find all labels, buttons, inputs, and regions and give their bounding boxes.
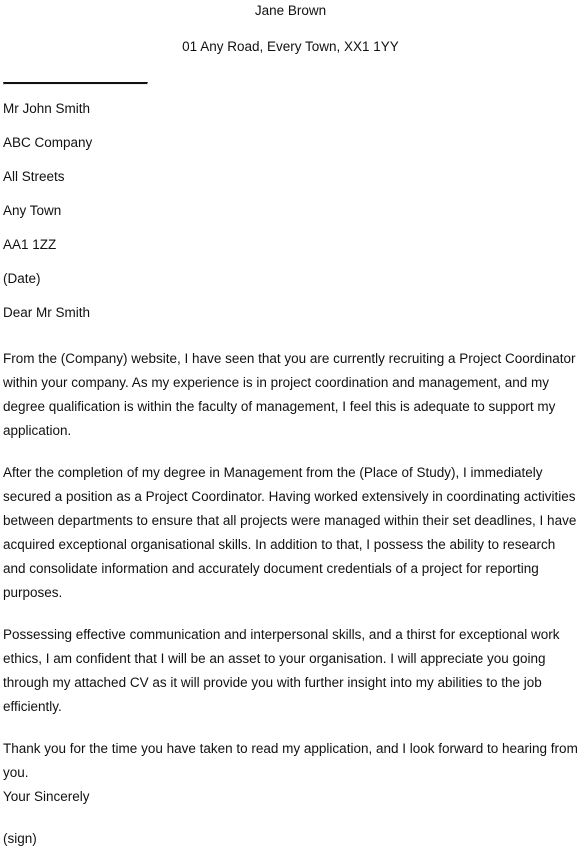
- sender-name: Jane Brown: [254, 3, 327, 18]
- body-paragraph: After the completion of my degree in Man…: [3, 465, 577, 600]
- sender-address: 01 Any Road, Every Town, XX1 1YY: [182, 39, 399, 54]
- body-paragraph: From the (Company) website, I have seen …: [3, 351, 576, 438]
- recipient-line: Any Town: [3, 203, 62, 218]
- body-paragraph: Possessing effective communication and i…: [3, 627, 560, 714]
- body-paragraph: Thank you for the time you have taken to…: [3, 741, 578, 780]
- recipient-address-block: Mr John Smith ABC Company All Streets An…: [3, 101, 578, 287]
- recipient-line: ABC Company: [3, 135, 93, 150]
- closing-salutation: Your Sincerely: [3, 789, 90, 804]
- letter-page: Jane Brown 01 Any Road, Every Town, XX1 …: [0, 3, 580, 846]
- date-placeholder: (Date): [3, 271, 41, 286]
- divider-container: [3, 82, 578, 96]
- horizontal-rule-divider: [3, 82, 148, 85]
- letter-body: From the (Company) website, I have seen …: [3, 347, 578, 785]
- recipient-line: Mr John Smith: [3, 101, 91, 116]
- signature-placeholder: (sign): [3, 831, 37, 846]
- salutation: Dear Mr Smith: [3, 305, 91, 320]
- recipient-line: AA1 1ZZ: [3, 237, 57, 252]
- recipient-line: All Streets: [3, 169, 65, 184]
